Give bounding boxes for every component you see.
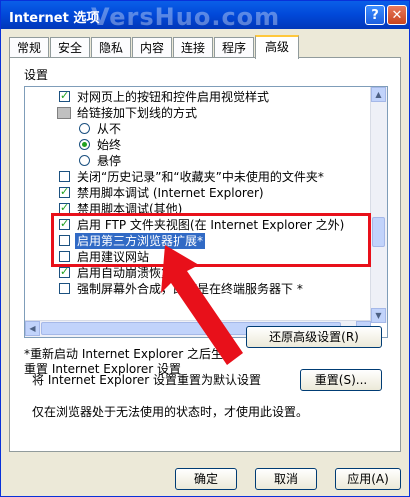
tab-general[interactable]: 常规 (9, 37, 49, 57)
reset-description: 将 Internet Explorer 设置重置为默认设置 (32, 373, 262, 387)
list-item-label: 从不 (97, 122, 122, 136)
checkbox[interactable] (59, 235, 70, 246)
radio-button[interactable] (79, 155, 90, 166)
help-button[interactable]: ? (365, 5, 385, 25)
reset-note: 仅在浏览器处于无法使用的状态时，才使用此设置。 (32, 405, 309, 419)
checkbox[interactable] (59, 283, 70, 294)
settings-group-label: 设置 (24, 68, 49, 82)
list-item-label: 启用自动崩溃恢复 (77, 266, 174, 280)
scroll-down-icon[interactable]: ▼ (371, 308, 386, 323)
watermark-logo: VersHuo.com (91, 3, 281, 31)
list-item-label: 关闭“历史记录”和“收藏夹”中未使用的文件夹* (77, 170, 324, 184)
radio-button[interactable] (79, 123, 90, 134)
checkbox[interactable] (59, 88, 70, 104)
ok-button[interactable]: 确定 (175, 468, 237, 490)
checkbox[interactable] (59, 264, 70, 280)
checkbox[interactable] (59, 184, 70, 200)
tab-connections[interactable]: 连接 (173, 37, 213, 57)
checkbox[interactable] (59, 251, 70, 262)
list-item-label: 悬停 (97, 154, 122, 168)
folder-icon (57, 107, 71, 119)
list-item-label: 始终 (97, 138, 122, 152)
list-item-label: 禁用脚本调试 (Internet Explorer) (77, 186, 264, 200)
settings-list[interactable]: 对网页上的按钮和控件启用视觉样式 给链接加下划线的方式 从不 始终 悬停 关闭“… (24, 86, 388, 338)
tab-programs[interactable]: 程序 (214, 37, 254, 57)
tab-advanced[interactable]: 高级 (255, 35, 299, 59)
scroll-left-icon[interactable]: ◀ (25, 321, 40, 336)
tab-content[interactable]: 内容 (132, 37, 172, 57)
list-item-label: 启用第三方浏览器扩展* (75, 233, 206, 249)
close-button[interactable]: ✕ (387, 5, 407, 25)
apply-button[interactable]: 应用(A) (335, 468, 401, 490)
reset-button[interactable]: 重置(S)... (300, 369, 382, 391)
list-item-label: 给链接加下划线的方式 (77, 106, 198, 120)
list-item-label: 强制屏幕外合成，即使是在终端服务器下 * (77, 282, 303, 296)
checkbox[interactable] (59, 171, 70, 182)
cancel-button[interactable]: 取消 (255, 468, 317, 490)
radio-button[interactable] (79, 139, 90, 150)
title-bar[interactable]: Internet 选项 VersHuo.com ? ✕ (1, 1, 409, 31)
checkbox[interactable] (59, 216, 70, 232)
list-item-label: 启用 FTP 文件夹视图(在 Internet Explorer 之外) (77, 218, 345, 232)
vertical-scrollbar[interactable]: ▲ ▼ (370, 87, 387, 323)
checkbox[interactable] (59, 200, 70, 216)
tab-privacy[interactable]: 隐私 (91, 37, 131, 57)
restore-advanced-button[interactable]: 还原高级设置(R) (246, 326, 382, 348)
list-item-label: 启用建议网站 (77, 250, 150, 264)
advanced-panel: 设置 对网页上的按钮和控件启用视觉样式 给链接加下划线的方式 从不 始终 悬停 (9, 57, 401, 452)
window-title: Internet 选项 (9, 11, 100, 26)
tab-security[interactable]: 安全 (50, 37, 90, 57)
list-item-label: 对网页上的按钮和控件启用视觉样式 (77, 90, 270, 104)
list-item-label: 禁用脚本调试(其他) (77, 202, 183, 216)
scroll-up-icon[interactable]: ▲ (371, 87, 386, 102)
scroll-thumb[interactable] (372, 217, 385, 247)
internet-options-window: Internet 选项 VersHuo.com ? ✕ 常规 安全 隐私 内容 … (0, 0, 410, 497)
